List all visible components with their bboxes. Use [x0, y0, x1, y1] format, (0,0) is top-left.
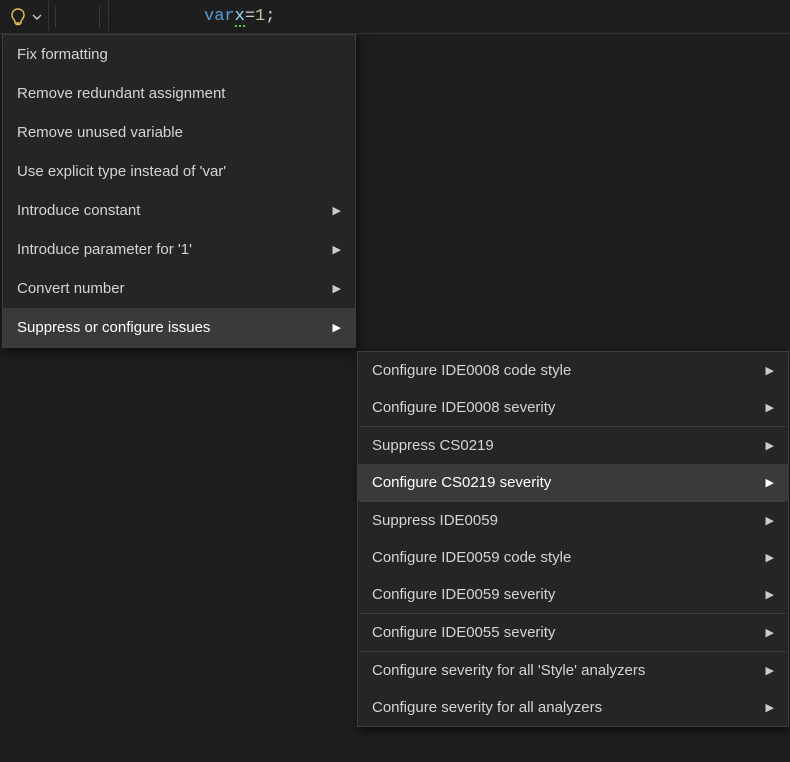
- submenu-item[interactable]: Configure IDE0055 severity ▶: [358, 614, 788, 651]
- chevron-right-icon: ▶: [766, 439, 774, 452]
- chevron-right-icon: ▶: [333, 204, 341, 217]
- code-value: 1: [255, 7, 265, 26]
- menu-item-label: Use explicit type instead of 'var': [17, 163, 341, 180]
- code-semicolon: ;: [265, 7, 275, 26]
- chevron-right-icon: ▶: [766, 588, 774, 601]
- chevron-right-icon: ▶: [766, 701, 774, 714]
- code-variable: x: [235, 7, 245, 26]
- menu-item-label: Introduce parameter for '1': [17, 241, 323, 258]
- submenu-item-label: Suppress IDE0059: [372, 512, 756, 529]
- menu-item-label: Introduce constant: [17, 202, 323, 219]
- quick-actions-menu: Fix formatting Remove redundant assignmen…: [2, 34, 356, 348]
- chevron-right-icon: ▶: [333, 282, 341, 295]
- chevron-right-icon: ▶: [766, 476, 774, 489]
- chevron-down-icon: [32, 12, 42, 22]
- code-operator: =: [245, 7, 255, 26]
- chevron-right-icon: ▶: [766, 514, 774, 527]
- submenu-item[interactable]: Configure IDE0008 code style ▶: [358, 352, 788, 389]
- menu-item[interactable]: Remove unused variable: [3, 113, 355, 152]
- menu-item[interactable]: Remove redundant assignment: [3, 74, 355, 113]
- menu-item[interactable]: Suppress or configure issues ▶: [3, 308, 355, 347]
- menu-item[interactable]: Introduce parameter for '1' ▶: [3, 230, 355, 269]
- chevron-right-icon: ▶: [766, 364, 774, 377]
- submenu-item[interactable]: Configure IDE0059 code style ▶: [358, 539, 788, 576]
- menu-item[interactable]: Use explicit type instead of 'var': [3, 152, 355, 191]
- code-line[interactable]: var x=1;: [109, 7, 275, 26]
- code-keyword: var: [204, 7, 235, 26]
- chevron-right-icon: ▶: [766, 551, 774, 564]
- submenu-item-label: Configure CS0219 severity: [372, 474, 756, 491]
- menu-item[interactable]: Fix formatting: [3, 35, 355, 74]
- suppress-configure-submenu: Configure IDE0008 code style▶Configure I…: [357, 351, 789, 727]
- submenu-item-label: Configure IDE0008 severity: [372, 399, 756, 416]
- submenu-item[interactable]: Configure severity for all analyzers ▶: [358, 689, 788, 726]
- submenu-item-label: Configure severity for all analyzers: [372, 699, 756, 716]
- menu-item-label: Fix formatting: [17, 46, 341, 63]
- menu-item[interactable]: Introduce constant ▶: [3, 191, 355, 230]
- menu-item-label: Suppress or configure issues: [17, 319, 323, 336]
- submenu-item-label: Configure IDE0059 severity: [372, 586, 756, 603]
- submenu-item-label: Configure IDE0055 severity: [372, 624, 756, 641]
- menu-item[interactable]: Convert number ▶: [3, 269, 355, 308]
- menu-item-label: Remove redundant assignment: [17, 85, 341, 102]
- chevron-right-icon: ▶: [333, 321, 341, 334]
- submenu-item-label: Configure IDE0008 code style: [372, 362, 756, 379]
- submenu-item[interactable]: Configure severity for all 'Style' analy…: [358, 652, 788, 689]
- submenu-item[interactable]: Configure IDE0008 severity ▶: [358, 389, 788, 426]
- lightbulb-dropdown[interactable]: [0, 0, 49, 33]
- chevron-right-icon: ▶: [766, 401, 774, 414]
- submenu-item[interactable]: Suppress CS0219 ▶: [358, 427, 788, 464]
- menu-item-label: Remove unused variable: [17, 124, 341, 141]
- menu-item-label: Convert number: [17, 280, 323, 297]
- submenu-item-label: Configure severity for all 'Style' analy…: [372, 662, 756, 679]
- submenu-item[interactable]: Suppress IDE0059 ▶: [358, 502, 788, 539]
- chevron-right-icon: ▶: [766, 664, 774, 677]
- submenu-item-label: Suppress CS0219: [372, 437, 756, 454]
- editor-row: var x=1;: [0, 0, 790, 34]
- chevron-right-icon: ▶: [766, 626, 774, 639]
- editor-gutter: [49, 0, 109, 33]
- submenu-item[interactable]: Configure IDE0059 severity ▶: [358, 576, 788, 613]
- lightbulb-icon: [8, 7, 28, 27]
- submenu-item[interactable]: Configure CS0219 severity ▶: [358, 464, 788, 501]
- submenu-item-label: Configure IDE0059 code style: [372, 549, 756, 566]
- chevron-right-icon: ▶: [333, 243, 341, 256]
